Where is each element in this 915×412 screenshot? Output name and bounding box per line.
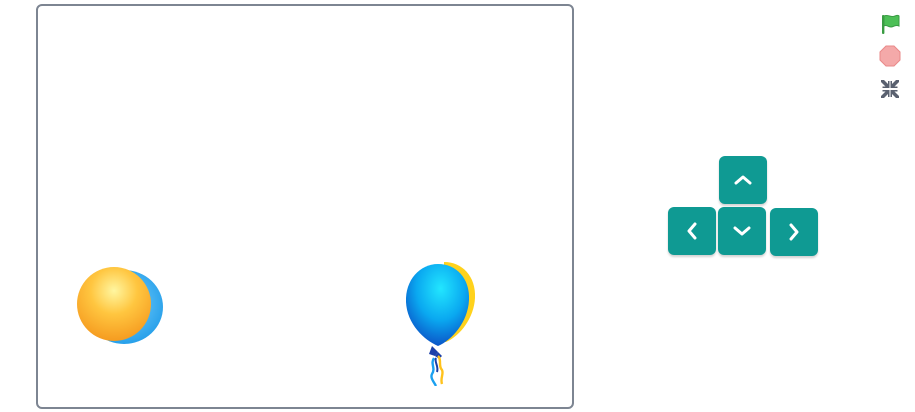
arrow-down-button[interactable] <box>718 207 766 255</box>
chevron-down-icon <box>733 226 751 236</box>
blue-balloon-sprite[interactable] <box>404 260 478 386</box>
exit-fullscreen-icon[interactable] <box>878 77 902 101</box>
chevron-right-icon <box>789 223 799 241</box>
game-stage[interactable] <box>36 4 574 409</box>
orange-ball-sprite[interactable] <box>76 265 166 345</box>
chevron-left-icon <box>687 222 697 240</box>
stop-icon[interactable] <box>878 44 902 68</box>
arrow-right-button[interactable] <box>770 208 818 256</box>
chevron-up-icon <box>734 175 752 185</box>
arrow-up-button[interactable] <box>719 156 767 204</box>
green-flag-icon[interactable] <box>878 12 902 36</box>
arrow-left-button[interactable] <box>668 207 716 255</box>
game-screen <box>0 0 915 412</box>
